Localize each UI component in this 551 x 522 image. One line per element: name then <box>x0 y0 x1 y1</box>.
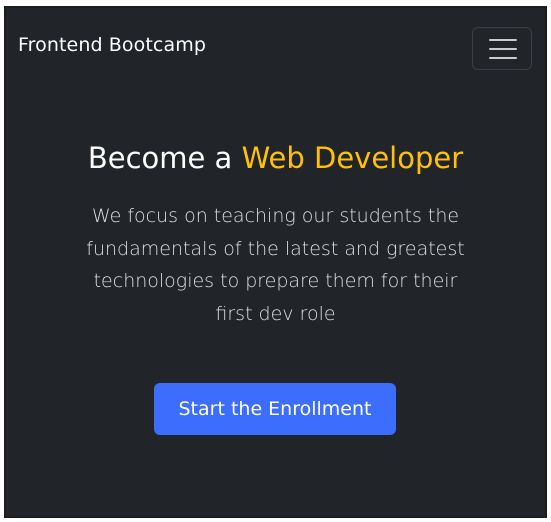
hero-title: Become a Web Developer <box>6 138 545 178</box>
hero-section: Become a Web Developer We focus on teach… <box>6 138 545 330</box>
hamburger-menu-icon <box>489 39 517 59</box>
start-enrollment-button[interactable]: Start the Enrollment <box>154 383 396 435</box>
navbar-brand[interactable]: Frontend Bootcamp <box>18 34 206 56</box>
hero-title-prefix: Become a <box>87 141 242 175</box>
hero-title-highlight: Web Developer <box>241 141 464 175</box>
hero-lead-text: We focus on teaching our students the fu… <box>86 205 465 325</box>
navbar-toggler-button[interactable] <box>472 27 532 70</box>
page-frame: Frontend Bootcamp Become a Web Developer… <box>4 6 547 518</box>
navbar: Frontend Bootcamp <box>6 8 545 86</box>
